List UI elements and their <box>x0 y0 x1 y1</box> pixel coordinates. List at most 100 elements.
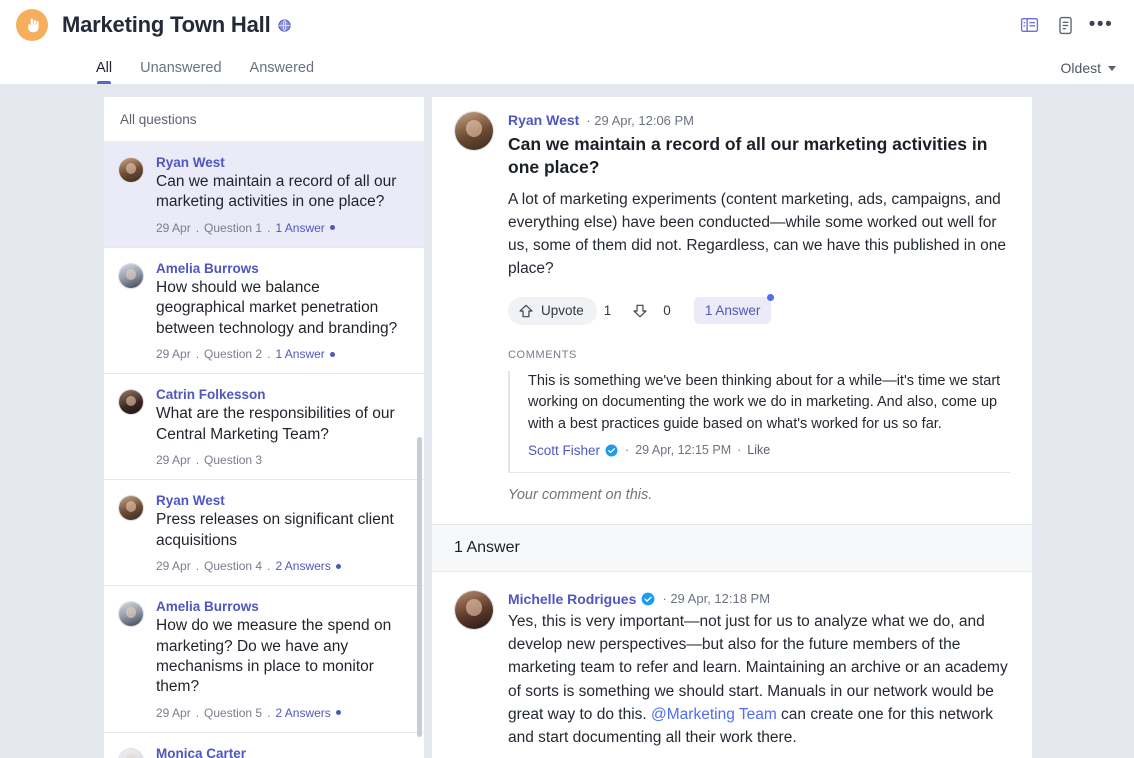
sort-dropdown[interactable]: Oldest <box>1061 60 1116 84</box>
list-item-author: Ryan West <box>156 493 225 509</box>
question-detail-panel: Ryan West · 29 Apr, 12:06 PM Can we main… <box>432 97 1032 758</box>
question-byline: Ryan West · 29 Apr, 12:06 PM <box>508 112 1010 128</box>
list-item-date: 29 Apr <box>156 347 191 362</box>
list-item[interactable]: Amelia Burrows How should we balance geo… <box>104 246 424 374</box>
comments-section: COMMENTS This is something we've been th… <box>508 349 1010 504</box>
avatar <box>118 495 144 522</box>
upvote-arrow-icon <box>519 304 533 317</box>
meta-separator: . <box>195 347 200 362</box>
tab-bar: All Unanswered Answered Oldest <box>0 50 1134 85</box>
answer-author[interactable]: Michelle Rodrigues <box>508 591 636 607</box>
list-item-meta: 29 Apr . Question 1 . 1 Answer <box>156 221 410 235</box>
downvote-arrow-icon <box>633 304 647 317</box>
meta-separator: . <box>267 705 271 720</box>
list-item[interactable]: Catrin Folkesson What are the responsibi… <box>104 373 424 480</box>
comment: This is something we've been thinking ab… <box>508 370 1010 472</box>
list-item-meta: 29 Apr . Question 5 . 2 Answers <box>156 706 410 720</box>
more-options-glyph: ••• <box>1088 14 1114 35</box>
list-item[interactable]: Ryan West Can we maintain a record of al… <box>104 141 424 247</box>
list-item-number: Question 2 <box>204 347 263 362</box>
downvote-button[interactable] <box>624 297 656 325</box>
list-item-date: 29 Apr <box>156 453 191 468</box>
answers-section-heading: 1 Answer <box>432 523 1032 572</box>
list-item-date: 29 Apr <box>156 705 191 720</box>
cards-view-icon[interactable] <box>1014 10 1044 40</box>
globe-icon <box>277 18 292 33</box>
unread-dot-icon <box>329 351 335 357</box>
unread-dot-icon <box>329 225 335 231</box>
list-item-title: How should we balance geographical marke… <box>156 278 398 337</box>
list-item-title: Can we maintain a record of all our mark… <box>156 173 397 211</box>
list-item-answers[interactable]: 1 Answer <box>275 347 324 361</box>
list-item-author: Catrin Folkesson <box>156 387 266 403</box>
list-item-answers[interactable]: 2 Answers <box>275 559 330 573</box>
question-list-panel: All questions Ryan West Can we maintain … <box>104 97 424 758</box>
unread-dot-icon <box>335 563 341 569</box>
list-item-date: 29 Apr <box>156 559 191 574</box>
chevron-down-icon <box>1108 65 1116 71</box>
sort-label: Oldest <box>1060 60 1101 76</box>
tab-all[interactable]: All <box>96 60 112 84</box>
list-item-author: Amelia Burrows <box>156 260 259 276</box>
verified-badge-icon <box>605 443 619 457</box>
list-item-number: Question 4 <box>204 559 263 574</box>
avatar <box>118 262 144 289</box>
list-item-answers[interactable]: 1 Answer <box>275 221 324 235</box>
meta-separator: · <box>737 443 742 458</box>
list-item-answers[interactable]: 2 Answers <box>275 706 330 720</box>
page-title: Marketing Town Hall <box>62 12 271 37</box>
downvote-count: 0 <box>663 303 671 318</box>
answer-timestamp-value: 29 Apr, 12:18 PM <box>670 591 771 607</box>
avatar <box>118 157 144 183</box>
more-options-icon[interactable]: ••• <box>1086 10 1116 40</box>
list-item[interactable]: Monica Carter <box>104 731 424 758</box>
content-area: All questions Ryan West Can we maintain … <box>0 85 1134 758</box>
notification-dot-icon <box>767 294 775 301</box>
avatar <box>118 601 144 628</box>
question-list-scrollbar[interactable] <box>417 437 422 737</box>
tab-answered[interactable]: Answered <box>250 60 314 84</box>
answer-chip-label: 1 Answer <box>704 303 761 318</box>
comment-input[interactable] <box>508 486 1010 503</box>
mention-link[interactable]: @Marketing Team <box>651 706 777 723</box>
comment-timestamp: 29 Apr, 12:15 PM <box>635 443 732 458</box>
pointing-hand-icon <box>16 9 48 41</box>
answer-byline: Michelle Rodrigues · 29 Apr, 12:18 PM <box>508 591 1010 607</box>
answer-body-text: Yes, this is very important—not just for… <box>508 610 1010 750</box>
unread-dot-icon <box>335 710 341 716</box>
comment-like-button[interactable]: Like <box>747 443 770 457</box>
list-item-number: Question 3 <box>204 453 263 468</box>
meta-separator: · <box>625 443 630 458</box>
question-title: Can we maintain a record of all our mark… <box>508 134 988 177</box>
list-item-date: 29 Apr <box>156 220 191 235</box>
comment-author[interactable]: Scott Fisher <box>528 443 600 458</box>
question-body-text: A lot of marketing experiments (content … <box>508 190 1007 278</box>
question-author[interactable]: Ryan West <box>508 112 579 128</box>
answer-count-chip[interactable]: 1 Answer <box>693 294 775 324</box>
meta-separator: . <box>195 705 200 720</box>
avatar <box>454 111 494 151</box>
comment-input-wrapper <box>508 471 1010 504</box>
list-item-number: Question 1 <box>204 220 263 235</box>
comment-text: This is something we've been thinking ab… <box>528 372 1001 433</box>
upvote-label: Upvote <box>541 303 584 318</box>
meta-separator: . <box>195 220 200 235</box>
list-view-icon[interactable] <box>1050 10 1080 40</box>
upvote-count: 1 <box>603 303 612 318</box>
upvote-button[interactable]: Upvote <box>508 296 597 325</box>
avatar <box>454 589 494 630</box>
list-item-author: Monica Carter <box>156 745 247 758</box>
list-item[interactable]: Amelia Burrows How do we measure the spe… <box>104 585 424 732</box>
question-list-heading: All questions <box>104 97 424 141</box>
verified-badge-icon <box>641 592 655 606</box>
question-timestamp-value: 29 Apr, 12:06 PM <box>594 112 695 128</box>
list-item-author: Amelia Burrows <box>156 599 259 615</box>
comments-heading: COMMENTS <box>508 348 577 361</box>
tab-unanswered[interactable]: Unanswered <box>140 60 221 84</box>
list-item-meta: 29 Apr . Question 3 <box>156 453 410 467</box>
list-item-meta: 29 Apr . Question 4 . 2 Answers <box>156 559 410 573</box>
answer-item: Michelle Rodrigues · 29 Apr, 12:18 PM Ye… <box>432 572 1032 758</box>
avatar <box>118 389 144 416</box>
list-item[interactable]: Ryan West Press releases on significant … <box>104 479 424 586</box>
question-detail: Ryan West · 29 Apr, 12:06 PM Can we main… <box>432 97 1032 524</box>
